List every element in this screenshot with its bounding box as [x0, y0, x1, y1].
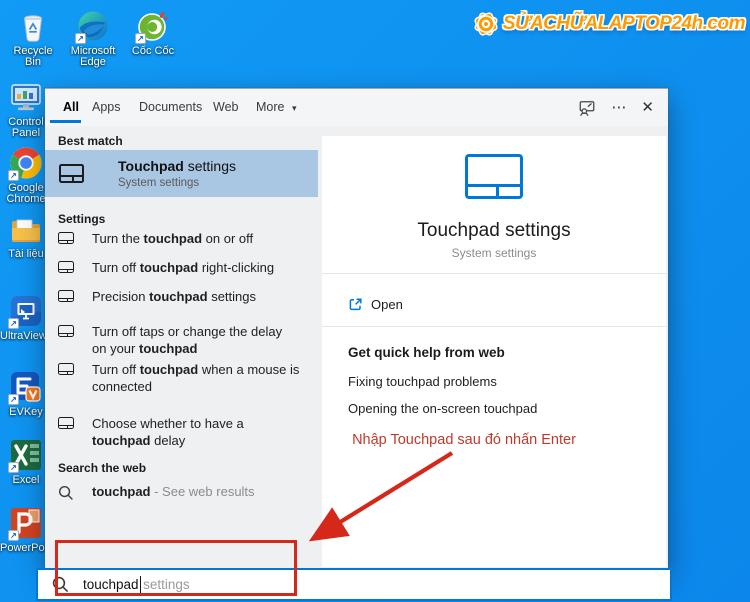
- tab-web[interactable]: Web: [213, 100, 238, 114]
- annotation-text: Nhập Touchpad sau đó nhấn Enter: [330, 432, 598, 448]
- touchpad-icon: [59, 164, 84, 183]
- search-flyout: All Apps Documents Web More ▾ ⋯ ✕ Best: [45, 88, 668, 568]
- desktop: SỬACHỮALAPTOP24h.com Recycle Bin: [0, 0, 750, 602]
- shortcut-arrow-icon: ↗: [8, 462, 19, 473]
- touchpad-icon: [58, 325, 74, 337]
- desktop-icon-label: Microsoft Edge: [67, 46, 119, 68]
- touchpad-icon: [58, 290, 74, 302]
- desktop-icon-label: Recycle Bin: [7, 46, 59, 68]
- help-link-fixing-problems[interactable]: Fixing touchpad problems: [348, 374, 497, 389]
- feedback-icon[interactable]: [578, 99, 596, 117]
- coc-coc-icon: ↗: [136, 9, 170, 43]
- shortcut-arrow-icon: ↗: [135, 33, 146, 44]
- touchpad-icon: [58, 232, 74, 244]
- tab-documents[interactable]: Documents: [139, 100, 202, 114]
- close-icon[interactable]: ✕: [641, 100, 654, 115]
- best-match-header: Best match: [58, 134, 123, 148]
- preview-pane: Touchpad settings System settings Open G…: [322, 136, 666, 567]
- desktop-icon-coc-coc[interactable]: ↗ Cốc Cốc: [127, 9, 179, 57]
- best-match-result[interactable]: Touchpad settings System settings: [45, 150, 318, 197]
- powerpoint-icon: ↗: [9, 506, 43, 540]
- search-icon: [52, 576, 69, 593]
- preview-title: Touchpad settings: [322, 220, 666, 242]
- shortcut-arrow-icon: ↗: [75, 33, 86, 44]
- result-turn-off-when-mouse-connected[interactable]: Turn off touchpad when a mouse is connec…: [58, 361, 354, 395]
- ultraviewer-icon: ↗: [9, 294, 43, 328]
- site-logo: SỬACHỮALAPTOP24h.com: [471, 9, 745, 39]
- preview-subtitle: System settings: [322, 246, 666, 260]
- quick-help-header: Get quick help from web: [348, 345, 505, 360]
- help-link-onscreen-touchpad[interactable]: Opening the on-screen touchpad: [348, 401, 537, 416]
- divider: [322, 273, 666, 274]
- result-turn-off-taps-delay[interactable]: Turn off taps or change the delay on you…: [58, 323, 354, 357]
- search-input-suggestion: settings: [143, 577, 190, 592]
- touchpad-icon: [58, 261, 74, 273]
- search-tabs: All Apps Documents Web More ▾ ⋯ ✕: [45, 89, 668, 126]
- gear-icon: [471, 9, 501, 39]
- site-logo-text: SỬACHỮALAPTOP24h.com: [503, 13, 745, 35]
- result-choose-touchpad-delay[interactable]: Choose whether to have a touchpad delay …: [58, 415, 354, 449]
- desktop-icon-label: Cốc Cốc: [127, 46, 179, 57]
- settings-section-header: Settings: [58, 212, 105, 226]
- chevron-down-icon: ▾: [292, 103, 297, 113]
- touchpad-icon: [58, 417, 74, 429]
- shortcut-arrow-icon: ↗: [8, 318, 19, 329]
- tab-more[interactable]: More ▾: [256, 100, 297, 114]
- excel-icon: ↗: [9, 438, 43, 472]
- result-precision-touchpad-settings[interactable]: Precision touchpad settings ›: [58, 288, 354, 305]
- shortcut-arrow-icon: ↗: [8, 530, 19, 541]
- tab-more-label: More: [256, 100, 284, 114]
- shortcut-arrow-icon: ↗: [8, 394, 19, 405]
- folder-icon: [9, 216, 43, 246]
- result-turn-off-right-clicking[interactable]: Turn off touchpad right-clicking ›: [58, 259, 354, 276]
- more-options-icon[interactable]: ⋯: [611, 100, 626, 115]
- tab-all[interactable]: All: [63, 100, 79, 114]
- touchpad-icon-large: [465, 154, 523, 199]
- best-match-title: Touchpad settings: [118, 158, 236, 174]
- open-label: Open: [371, 297, 403, 312]
- desktop-icon-microsoft-edge[interactable]: ↗ Microsoft Edge: [67, 9, 119, 68]
- text-caret: [140, 576, 142, 593]
- chrome-icon: ↗: [9, 146, 43, 180]
- taskbar-search-box[interactable]: touchpad settings: [36, 568, 672, 601]
- search-icon: [58, 485, 74, 501]
- search-input-value[interactable]: touchpad: [83, 577, 139, 592]
- divider: [322, 326, 666, 327]
- result-turn-touchpad-on-off[interactable]: Turn the touchpad on or off ›: [58, 230, 354, 247]
- result-web-search[interactable]: touchpad - See web results ›: [58, 483, 354, 501]
- edge-icon: ↗: [76, 9, 110, 43]
- open-action[interactable]: Open: [322, 288, 666, 322]
- desktop-icon-recycle-bin[interactable]: Recycle Bin: [7, 9, 59, 68]
- recycle-bin-icon: [16, 9, 50, 43]
- active-tab-underline: [50, 120, 81, 123]
- best-match-subtitle: System settings: [118, 177, 199, 189]
- shortcut-arrow-icon: ↗: [8, 170, 19, 181]
- tab-apps[interactable]: Apps: [92, 100, 121, 114]
- open-external-icon: [348, 297, 363, 312]
- touchpad-icon: [58, 363, 74, 375]
- control-panel-icon: [9, 82, 43, 114]
- evkey-icon: ↗: [9, 370, 43, 404]
- search-web-section-header: Search the web: [58, 461, 146, 475]
